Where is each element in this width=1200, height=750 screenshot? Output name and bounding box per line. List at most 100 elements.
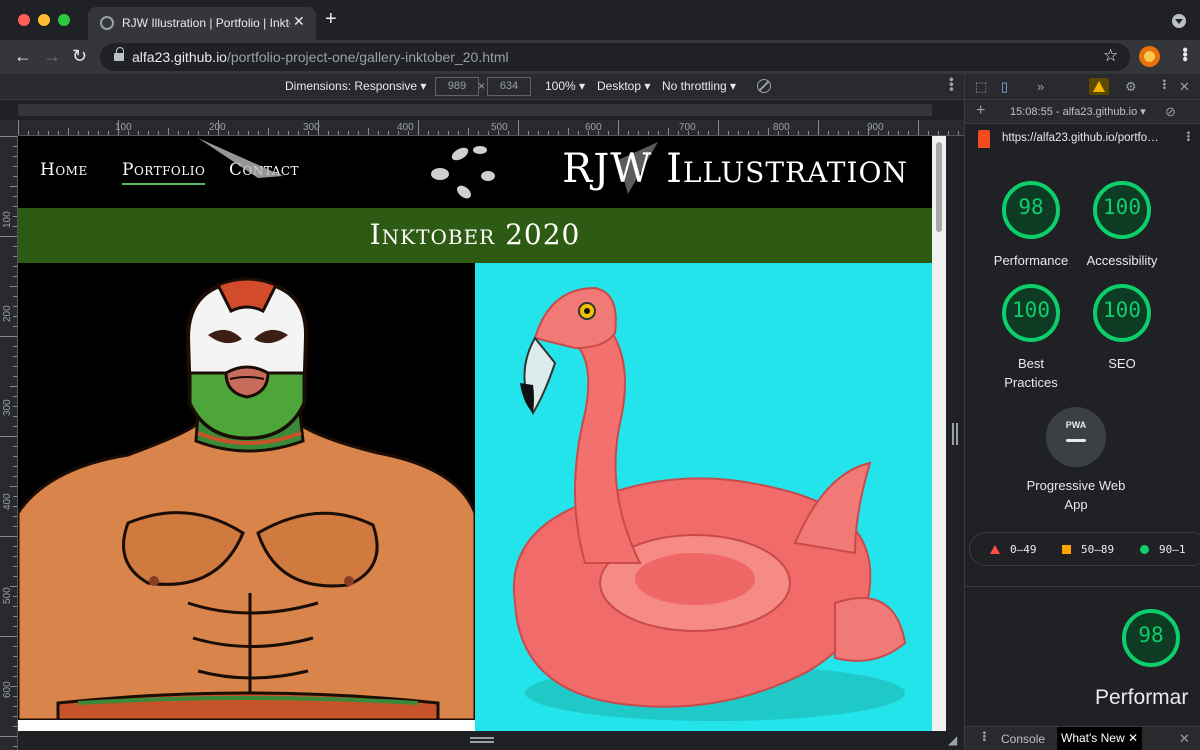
device-toggle-icon[interactable]: ▯: [1001, 79, 1008, 95]
report-select[interactable]: 15:08:55 - alfa23.github.io ▾: [1010, 105, 1146, 118]
new-tab-button[interactable]: +: [325, 9, 337, 29]
performance-detail-gauge[interactable]: 98: [1121, 608, 1181, 668]
media-query-bar[interactable]: [0, 100, 964, 120]
gauge-score: 100: [1103, 298, 1141, 322]
close-drawer-icon[interactable]: ✕: [1179, 731, 1190, 747]
back-button[interactable]: ←: [14, 46, 32, 66]
resize-grip-icon[interactable]: [952, 423, 958, 445]
vertical-ruler: 100 200 300 400 500 600: [0, 136, 18, 750]
url-host: alfa23.github.io: [132, 49, 227, 65]
tab-search-icon[interactable]: [1172, 14, 1186, 28]
device-type-select[interactable]: Desktop ▾: [597, 79, 650, 93]
site-header: Home Portfolio Contact RJW Illustration: [18, 136, 932, 208]
globe-icon: [100, 16, 114, 30]
devtools-drawer: ••• Console What's New ✕ ✕: [965, 726, 1200, 750]
report-url-bar: https://alfa23.github.io/portfo… •••: [965, 124, 1200, 154]
bookmark-star-icon[interactable]: ☆: [1103, 46, 1118, 66]
address-bar: ← → ↻ alfa23.github.io/portfolio-project…: [0, 40, 1200, 74]
flamingo-illustration[interactable]: [475, 263, 932, 731]
gallery-gap: [18, 720, 475, 731]
corner-resize-icon[interactable]: ◢: [948, 733, 957, 747]
profile-avatar[interactable]: [1139, 46, 1160, 67]
pwa-badge[interactable]: PWA: [1046, 407, 1106, 467]
throttling-select[interactable]: No throttling ▾: [662, 79, 736, 93]
viewport-width-input[interactable]: 989: [435, 77, 479, 96]
legend-pass-label: 90–1: [1159, 543, 1186, 556]
zoom-select[interactable]: 100% ▾: [545, 79, 585, 93]
media-query-segment[interactable]: [18, 104, 932, 116]
dimensions-select[interactable]: Dimensions: Responsive ▾: [285, 79, 426, 93]
device-toolbar-more-icon[interactable]: •••: [944, 77, 960, 92]
ruler-label: 200: [2, 305, 13, 322]
title-band: Inktober 2020: [18, 208, 932, 263]
accessibility-gauge[interactable]: 100: [1092, 180, 1152, 240]
maximize-window-button[interactable]: [58, 14, 70, 26]
lock-icon[interactable]: [114, 47, 124, 61]
ruler-label: 400: [2, 493, 13, 510]
ruler-label: 300: [2, 399, 13, 416]
drawer-tab-console[interactable]: Console: [1001, 732, 1045, 746]
tab-close-icon[interactable]: ✕: [293, 13, 305, 30]
device-toolbar: Dimensions: Responsive ▾ 989 × 634 100% …: [0, 74, 964, 100]
best-practices-gauge[interactable]: 100: [1001, 283, 1061, 343]
right-resize-handle[interactable]: [946, 136, 964, 750]
lighthouse-toolbar: + 15:08:55 - alfa23.github.io ▾ ⊘: [965, 100, 1200, 124]
browser-menu-icon[interactable]: •••: [1175, 47, 1193, 61]
devtools-panel: ⬚ ▯ » ⚙ ••• ✕ + 15:08:55 - alfa23.github…: [964, 74, 1200, 750]
drawer-tab-whats-new[interactable]: What's New ✕: [1057, 727, 1143, 750]
rotate-icon[interactable]: [757, 79, 771, 93]
ruler-label: 300: [303, 122, 320, 133]
legend-average: 50–89: [1062, 543, 1114, 556]
legend-average-label: 50–89: [1081, 543, 1115, 556]
divider: [965, 586, 1200, 587]
report-url[interactable]: https://alfa23.github.io/portfo…: [1002, 132, 1159, 144]
omnibox[interactable]: alfa23.github.io/portfolio-project-one/g…: [100, 43, 1130, 71]
url-text[interactable]: alfa23.github.io/portfolio-project-one/g…: [132, 49, 509, 65]
page-scrollbar-thumb[interactable]: [936, 142, 942, 232]
devtools-toolbar: ⬚ ▯ » ⚙ ••• ✕: [965, 74, 1200, 100]
close-window-button[interactable]: [18, 14, 30, 26]
nav-home-link[interactable]: Home: [40, 160, 88, 180]
emulated-viewport: Home Portfolio Contact RJW Illustration …: [18, 136, 932, 731]
page-title: Inktober 2020: [369, 218, 581, 251]
luchador-illustration[interactable]: [18, 263, 475, 720]
tab-bar: RJW Illustration | Portfolio | Inktober …: [0, 0, 1200, 40]
gauge-score: 98: [1138, 623, 1164, 647]
browser-tab[interactable]: RJW Illustration | Portfolio | Inktober …: [88, 7, 316, 40]
ruler-label: 100: [2, 211, 13, 228]
page-scrollbar[interactable]: [932, 136, 946, 731]
close-devtools-icon[interactable]: ✕: [1179, 79, 1190, 95]
url-path: /portfolio-project-one/gallery-inktober_…: [226, 49, 509, 65]
settings-gear-icon[interactable]: ⚙: [1125, 79, 1137, 95]
more-tabs-icon[interactable]: »: [1037, 79, 1044, 95]
report-menu-icon[interactable]: •••: [1179, 131, 1195, 142]
performance-gauge[interactable]: 98: [1001, 180, 1061, 240]
new-report-icon[interactable]: +: [976, 103, 985, 119]
resize-grip-icon[interactable]: [470, 737, 494, 743]
seo-gauge[interactable]: 100: [1092, 283, 1152, 343]
ruler-label: 200: [209, 122, 226, 133]
ruler-label: 100: [115, 122, 132, 133]
forward-button[interactable]: →: [43, 46, 61, 66]
drawer-menu-icon[interactable]: •••: [975, 731, 991, 742]
warning-badge-icon[interactable]: [1089, 78, 1109, 95]
gauge-score: 100: [1012, 298, 1050, 322]
clear-reports-icon[interactable]: ⊘: [1165, 104, 1176, 120]
legend-fail: 0–49: [990, 543, 1037, 556]
ruler-corner: [0, 120, 18, 136]
site-brand[interactable]: RJW Illustration: [562, 146, 908, 192]
pwa-label: Progressive Web App: [1026, 478, 1126, 512]
orange-square-icon: [1062, 545, 1071, 554]
green-circle-icon: [1140, 545, 1149, 554]
horizontal-ruler-ticks: 100 200 300 400 500 600 700 800 900: [18, 120, 959, 135]
ruler-label: 500: [2, 587, 13, 604]
reload-button[interactable]: ↻: [72, 46, 87, 66]
inspect-element-icon[interactable]: ⬚: [975, 79, 987, 95]
ruler-label: 900: [867, 122, 884, 133]
gauge-label: Best Practices: [1004, 356, 1058, 390]
minimize-window-button[interactable]: [38, 14, 50, 26]
bottom-resize-handle[interactable]: [18, 731, 946, 750]
devtools-menu-icon[interactable]: •••: [1155, 79, 1171, 90]
ruler-label: 600: [2, 681, 13, 698]
viewport-height-input[interactable]: 634: [487, 77, 531, 96]
